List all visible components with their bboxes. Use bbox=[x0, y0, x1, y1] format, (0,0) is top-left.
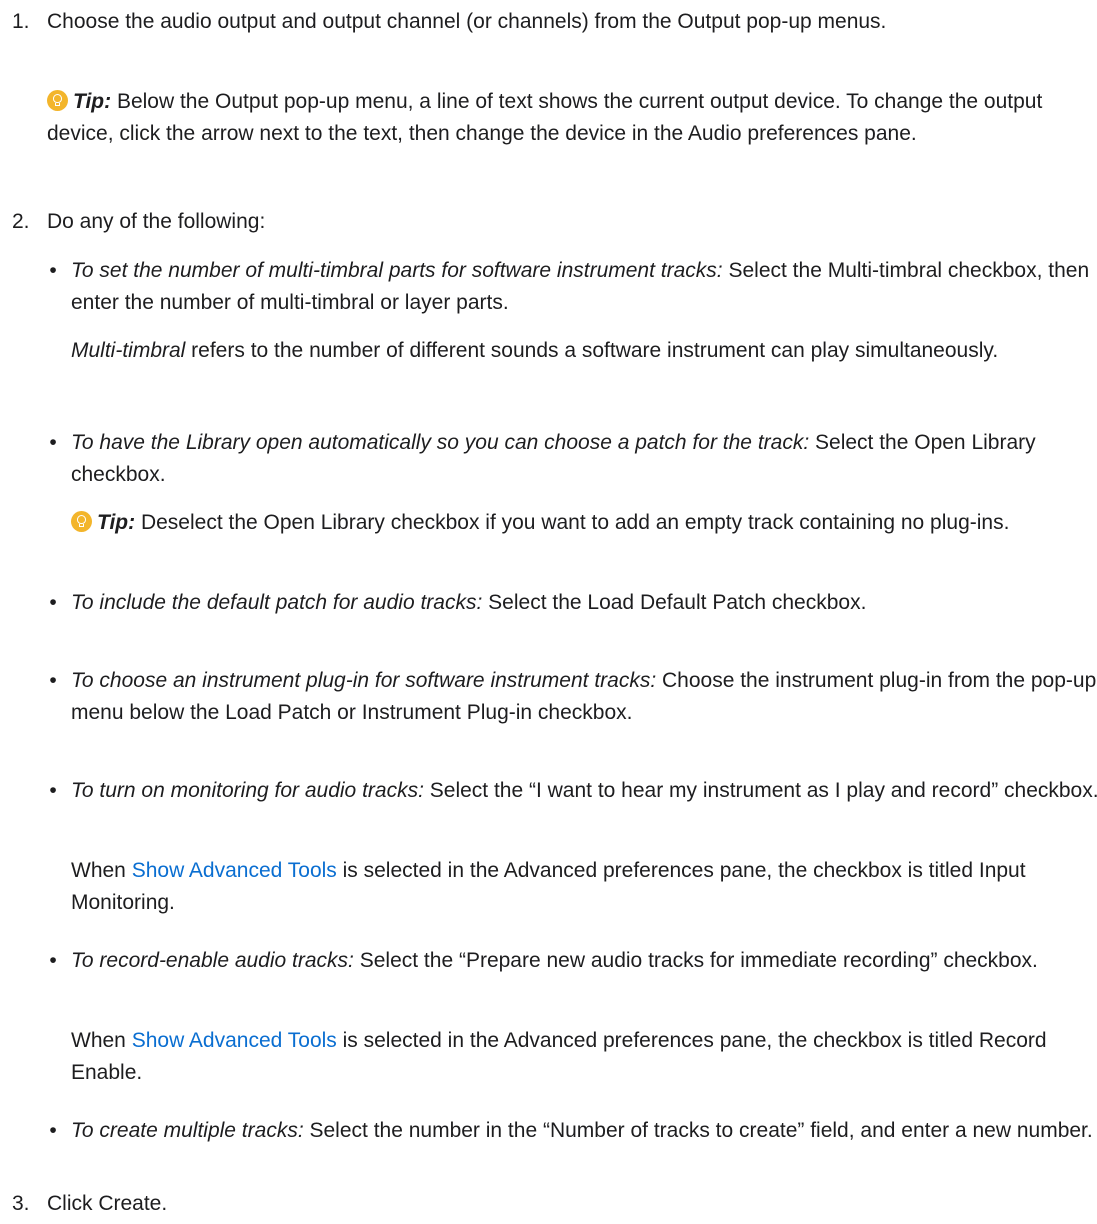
bullet-lead: To record-enable audio tracks: bbox=[71, 949, 354, 972]
bullet-lead: To set the number of multi-timbral parts… bbox=[71, 259, 723, 282]
list-item-text: To set the number of multi-timbral parts… bbox=[71, 255, 1097, 319]
step-text: Do any of the following: bbox=[47, 210, 266, 233]
bullet-tip: Tip: Deselect the Open Library checkbox … bbox=[71, 507, 1091, 539]
bullet-marker: • bbox=[49, 669, 57, 692]
lightbulb-icon bbox=[47, 90, 68, 111]
list-item-text: To create multiple tracks: Select the nu… bbox=[71, 1115, 1097, 1147]
bullet-lead: To include the default patch for audio t… bbox=[71, 591, 483, 614]
bullet-marker: • bbox=[49, 1119, 57, 1142]
step-number: 1. bbox=[12, 10, 30, 33]
bullet-lead: To turn on monitoring for audio tracks: bbox=[71, 779, 424, 802]
bullet-marker: • bbox=[49, 259, 57, 282]
tip-label: Tip: bbox=[97, 511, 136, 534]
list-item-text: To turn on monitoring for audio tracks: … bbox=[71, 775, 1097, 807]
bullet-lead: To have the Library open automatically s… bbox=[71, 431, 810, 454]
note-lead: Multi-timbral bbox=[71, 339, 186, 362]
note-text: When bbox=[71, 859, 132, 882]
bullet-marker: • bbox=[49, 949, 57, 972]
lightbulb-icon bbox=[71, 511, 92, 532]
bullet-text: Select the “I want to hear my instrument… bbox=[423, 779, 1097, 802]
step-text: Choose the audio output and output chann… bbox=[47, 10, 887, 33]
list-item-text: To record-enable audio tracks: Select th… bbox=[71, 945, 1097, 977]
tip-text: Deselect the Open Library checkbox if yo… bbox=[135, 511, 1010, 534]
tip-text: Below the Output pop-up menu, a line of … bbox=[47, 90, 1043, 145]
tip-label: Tip: bbox=[73, 90, 112, 113]
bullet-marker: • bbox=[49, 779, 57, 802]
show-advanced-tools-link[interactable]: Show Advanced Tools bbox=[132, 859, 337, 882]
step-number: 3. bbox=[12, 1192, 30, 1215]
bullet-lead: To choose an instrument plug-in for soft… bbox=[71, 669, 657, 692]
list-item-text: To include the default patch for audio t… bbox=[71, 587, 1097, 619]
show-advanced-tools-link[interactable]: Show Advanced Tools bbox=[132, 1029, 337, 1052]
note-text: refers to the number of different sounds… bbox=[185, 339, 999, 362]
bullet-note: When Show Advanced Tools is selected in … bbox=[71, 1025, 1091, 1089]
note-text: When bbox=[71, 1029, 132, 1052]
bullet-text: Select the Load Default Patch checkbox. bbox=[482, 591, 867, 614]
step-text: Click Create. bbox=[47, 1192, 168, 1215]
list-item-text: To have the Library open automatically s… bbox=[71, 427, 1097, 491]
bullet-marker: • bbox=[49, 431, 57, 454]
bullet-note: Multi-timbral refers to the number of di… bbox=[71, 335, 1091, 367]
bullet-text: Select the “Prepare new audio tracks for… bbox=[353, 949, 1038, 972]
step-1-tip: Tip: Below the Output pop-up menu, a lin… bbox=[47, 86, 1087, 150]
list-item-text: To choose an instrument plug-in for soft… bbox=[71, 665, 1097, 729]
bullet-marker: • bbox=[49, 591, 57, 614]
step-number: 2. bbox=[12, 210, 30, 233]
bullet-lead: To create multiple tracks: bbox=[71, 1119, 304, 1142]
bullet-text: Select the number in the “Number of trac… bbox=[303, 1119, 1093, 1142]
bullet-note: When Show Advanced Tools is selected in … bbox=[71, 855, 1091, 919]
